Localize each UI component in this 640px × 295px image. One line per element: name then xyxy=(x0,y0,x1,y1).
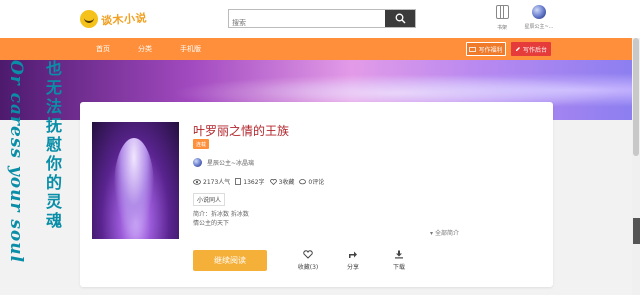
expand-intro-label: 全部简介 xyxy=(434,230,459,237)
author-row[interactable]: 星辰公主~冰晶璃 xyxy=(193,158,254,167)
book-title: 叶罗丽之情的王族 xyxy=(193,124,290,138)
user-name: 星辰公主~... xyxy=(524,24,554,30)
book-cover[interactable] xyxy=(92,122,179,239)
search-icon xyxy=(395,13,405,24)
search-button[interactable] xyxy=(385,10,415,27)
continue-reading-button[interactable]: 继续阅读 xyxy=(193,250,267,271)
chevron-down-icon: ▾ xyxy=(430,230,434,237)
search-input[interactable] xyxy=(229,14,382,32)
decorative-english-text: Or caress your soul xyxy=(6,60,26,264)
edit-icon xyxy=(515,47,520,51)
bookshelf-link[interactable]: 书架 xyxy=(490,5,514,31)
logo-text: 谈木小说 xyxy=(100,11,148,28)
heart-icon xyxy=(303,250,313,259)
download-button[interactable]: 下载 xyxy=(384,250,414,271)
decorative-chinese-text: 也无法抚慰你的灵魂 xyxy=(43,60,62,231)
comments-value: 0评论 xyxy=(308,179,325,186)
heart-icon xyxy=(269,178,277,185)
comment-icon xyxy=(299,178,307,184)
expand-intro-link[interactable]: ▾ 全部简介 xyxy=(430,228,459,237)
book-intro: 简介：拆冰数 拆冰数 情公主的天下 xyxy=(193,210,249,228)
author-avatar xyxy=(193,158,202,167)
bookshelf-label: 书架 xyxy=(496,25,507,31)
share-icon xyxy=(349,251,357,258)
logo-icon xyxy=(80,10,98,28)
category-tag[interactable]: 小说同人 xyxy=(193,193,226,206)
document-icon xyxy=(235,178,242,185)
stat-popularity: 2173人气 xyxy=(193,177,230,186)
bookshelf-icon xyxy=(495,5,509,19)
words-value: 1362字 xyxy=(243,179,265,186)
ticket-icon xyxy=(469,46,477,52)
share-label: 分享 xyxy=(346,264,359,271)
popularity-value: 2173人气 xyxy=(203,179,231,186)
author-name: 星辰公主~冰晶璃 xyxy=(207,160,255,167)
nav-mobile[interactable]: 手机版 xyxy=(180,44,201,54)
scrollbar-thumb[interactable] xyxy=(633,38,639,156)
download-label: 下载 xyxy=(392,264,405,271)
main-nav: 首页 分类 手机版 写作福利 写作后台 xyxy=(0,38,640,60)
side-widget[interactable] xyxy=(633,218,640,244)
download-icon xyxy=(395,250,403,259)
write-backend-button[interactable]: 写作后台 xyxy=(511,42,551,56)
write-benefit-label: 写作福利 xyxy=(478,46,503,54)
favorites-value: 3收藏 xyxy=(278,179,295,186)
collect-button[interactable]: 收藏(3) xyxy=(293,250,323,271)
site-logo[interactable]: 谈木小说 xyxy=(80,8,148,30)
share-button[interactable]: 分享 xyxy=(338,250,368,271)
search-box xyxy=(228,9,416,32)
stat-words: 1362字 xyxy=(235,177,265,186)
avatar xyxy=(532,5,546,19)
stat-favorites: 3收藏 xyxy=(269,177,295,186)
intro-line-2: 情公主的天下 xyxy=(193,220,230,227)
nav-home[interactable]: 首页 xyxy=(96,44,110,54)
status-badge: 连载 xyxy=(193,139,209,149)
book-stats: 2173人气 1362字 3收藏 0评论 xyxy=(193,177,329,186)
cover-figure xyxy=(114,138,154,234)
book-detail-card: 叶罗丽之情的王族 连载 星辰公主~冰晶璃 2173人气 1362字 3收藏 0评… xyxy=(80,102,553,287)
intro-line-1: 简介：拆冰数 拆冰数 xyxy=(193,211,249,218)
write-backend-label: 写作后台 xyxy=(522,46,547,54)
write-benefit-button[interactable]: 写作福利 xyxy=(466,42,506,56)
nav-category[interactable]: 分类 xyxy=(138,44,152,54)
user-menu[interactable]: 星辰公主~... xyxy=(522,5,556,30)
stat-comments: 0评论 xyxy=(299,177,324,186)
top-header: 谈木小说 书架 星辰公主~... xyxy=(0,0,640,38)
collect-label: 收藏(3) xyxy=(297,264,319,271)
eye-icon xyxy=(193,178,201,185)
